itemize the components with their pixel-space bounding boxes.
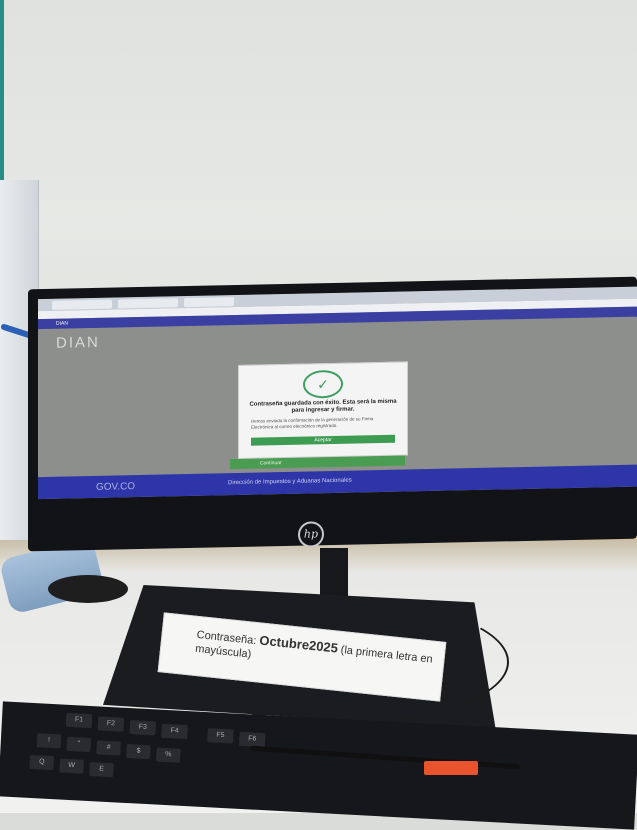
key-row2[interactable]: $: [126, 743, 151, 760]
cable-grommet: [48, 575, 128, 603]
key-row2[interactable]: %: [155, 747, 181, 763]
browser-tab[interactable]: [118, 298, 178, 309]
modal-title: Contraseña guardada con éxito. Esta será…: [249, 398, 397, 414]
continue-button-label: Continuar: [260, 460, 282, 467]
footer-link[interactable]: Dirección de Impuestos y Aduanas Naciona…: [228, 478, 352, 487]
modal-body: Hemos enviado la confirmación de la gene…: [251, 416, 374, 430]
key-row2[interactable]: !: [36, 733, 62, 749]
accept-button[interactable]: Aceptar: [251, 434, 395, 446]
dian-logo: DIAN: [56, 333, 100, 352]
key-f2[interactable]: F2: [97, 716, 125, 732]
key-row2[interactable]: ": [66, 736, 92, 753]
site-footer: GOV.CO Dirección de Impuestos y Aduanas …: [38, 464, 637, 500]
check-icon: ✓: [303, 369, 343, 399]
monitor-screen: DIAN DIAN ✓ Contraseña guardada con éxit…: [38, 286, 637, 500]
site-header-label: DIAN: [56, 320, 68, 327]
browser-tab[interactable]: [52, 299, 112, 310]
monitor: DIAN DIAN ✓ Contraseña guardada con éxit…: [28, 276, 637, 552]
key-f5[interactable]: F5: [207, 728, 234, 744]
gov-logo: GOV.CO: [96, 481, 136, 493]
cable: [175, 600, 509, 724]
key-f1[interactable]: F1: [65, 712, 93, 729]
key-e[interactable]: E: [89, 762, 114, 778]
orange-accent-key[interactable]: [424, 761, 478, 775]
key-row2[interactable]: #: [96, 740, 121, 756]
hp-logo-icon: hp: [298, 521, 324, 548]
key-q[interactable]: Q: [29, 754, 55, 771]
browser-tab[interactable]: [184, 297, 234, 308]
key-f4[interactable]: F4: [161, 723, 188, 740]
success-modal: ✓ Contraseña guardada con éxito. Esta se…: [238, 361, 408, 459]
key-w[interactable]: W: [59, 758, 84, 774]
key-f3[interactable]: F3: [129, 720, 157, 736]
